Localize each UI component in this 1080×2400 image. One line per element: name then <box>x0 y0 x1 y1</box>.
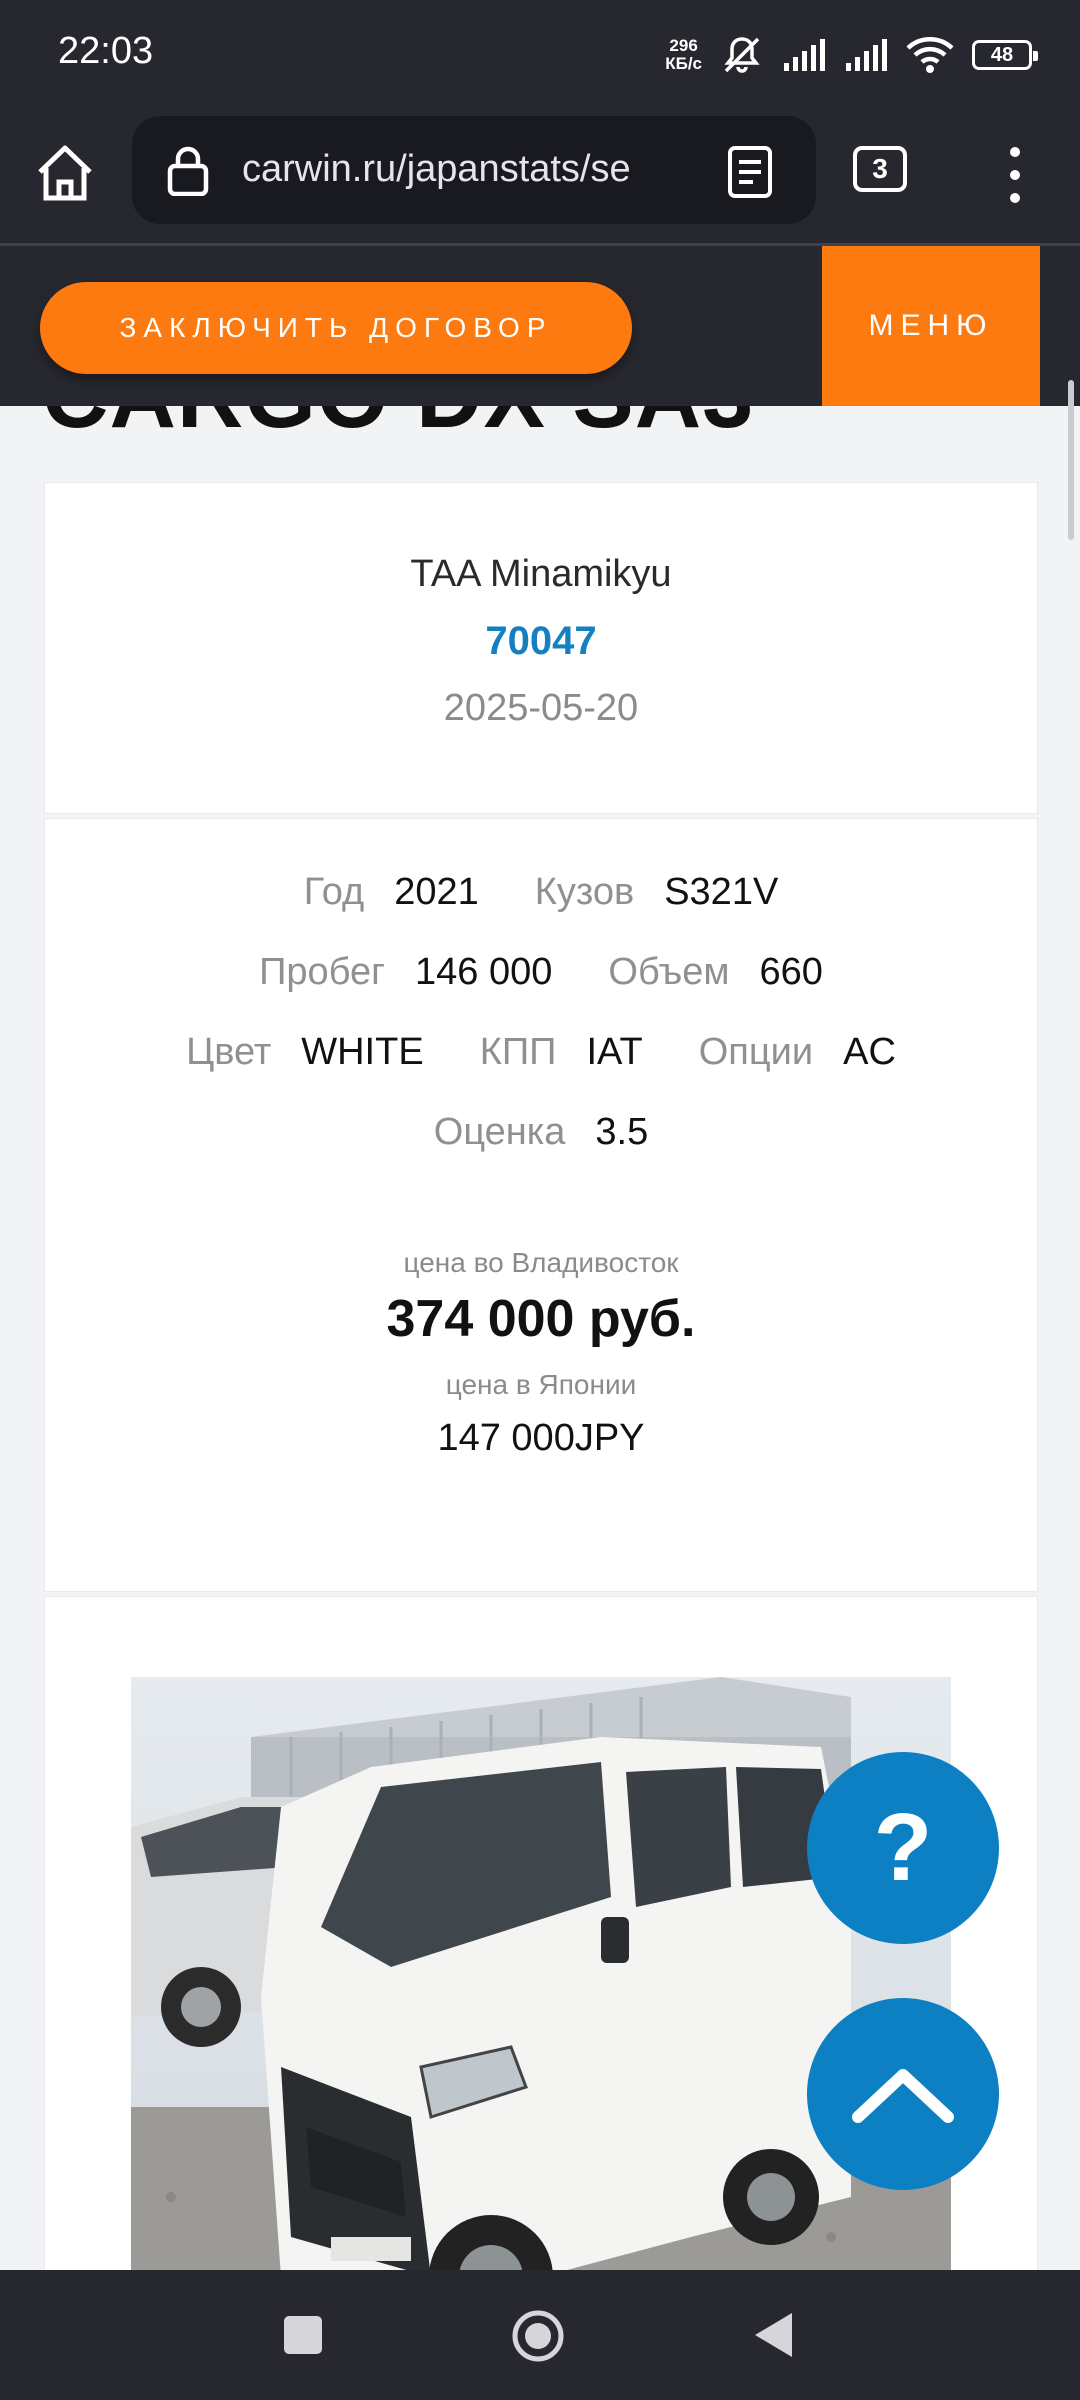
network-speed-unit: КБ/с <box>665 54 702 73</box>
page-title: CARGO DX SA3 <box>42 406 754 444</box>
price-japan-caption: цена в Японии <box>445 1369 637 1400</box>
spec-body: Кузов S321V <box>535 871 779 914</box>
wifi-icon <box>906 37 954 73</box>
spec-value: 3.5 <box>595 1111 649 1153</box>
spec-options: Опции AC <box>699 1031 896 1074</box>
spec-row: Оценка 3.5 <box>45 1111 1037 1154</box>
spec-value: 660 <box>759 951 823 993</box>
lock-icon <box>167 146 209 196</box>
status-bar: 22:03 296 КБ/с 48 <box>0 0 1080 108</box>
spec-label: Кузов <box>534 871 635 913</box>
status-time: 22:03 <box>58 30 154 72</box>
spec-label: Оценка <box>433 1111 566 1153</box>
reader-mode-icon[interactable] <box>724 144 776 200</box>
scrollbar[interactable] <box>1068 380 1074 540</box>
back-icon[interactable] <box>752 2310 794 2360</box>
system-nav-bar <box>0 2270 1080 2400</box>
site-header: ЗАКЛЮЧИТЬ ДОГОВОР МЕНЮ <box>0 246 1080 406</box>
spec-value: 2021 <box>394 871 479 913</box>
mute-icon <box>724 37 760 73</box>
auction-date: 2025-05-20 <box>443 687 639 729</box>
home-icon[interactable] <box>30 138 100 208</box>
signal-icon <box>846 39 887 71</box>
more-vert-icon[interactable] <box>1000 142 1030 208</box>
spec-value: WHITE <box>301 1031 424 1073</box>
signal-icon <box>784 39 825 71</box>
help-button[interactable]: ? <box>807 1752 999 1944</box>
browser-toolbar: carwin.ru/japanstats/se 3 <box>0 108 1080 246</box>
network-speed-value: 296 <box>669 36 698 55</box>
spec-label: Цвет <box>186 1031 272 1073</box>
price-vladivostok: 374 000 руб. <box>386 1290 696 1348</box>
tabs-button[interactable]: 3 <box>853 146 907 192</box>
scroll-top-button[interactable] <box>807 1998 999 2190</box>
spec-gearbox: КПП IAT <box>480 1031 643 1074</box>
spec-grade: Оценка 3.5 <box>434 1111 648 1154</box>
spec-label: Год <box>303 871 365 913</box>
spec-volume: Объем 660 <box>608 951 822 994</box>
home-nav-icon[interactable] <box>510 2308 566 2364</box>
spec-row: Год 2021 Кузов S321V <box>45 871 1037 914</box>
spec-value: 146 000 <box>415 951 553 993</box>
spec-label: КПП <box>479 1031 557 1073</box>
chevron-up-icon <box>852 2069 954 2123</box>
sign-contract-button[interactable]: ЗАКЛЮЧИТЬ ДОГОВОР <box>40 282 632 374</box>
spec-label: Опции <box>698 1031 814 1073</box>
spec-label: Пробег <box>259 951 386 993</box>
spec-mileage: Пробег 146 000 <box>259 951 552 994</box>
spec-label: Объем <box>608 951 730 993</box>
spec-value: S321V <box>664 871 779 913</box>
network-speed: 296 КБ/с <box>665 37 702 73</box>
spec-row: Цвет WHITE КПП IAT Опции AC <box>45 1031 1037 1074</box>
lot-number-link[interactable]: 70047 <box>45 619 1037 664</box>
auction-name: TAA Minamikyu <box>410 553 672 595</box>
auction-card: TAA Minamikyu 70047 2025-05-20 <box>44 482 1038 814</box>
battery-icon: 48 <box>972 40 1038 70</box>
spec-value: IAT <box>586 1031 643 1073</box>
specs-card: Год 2021 Кузов S321V Пробег 146 000 Объе… <box>44 818 1038 1592</box>
spec-row: Пробег 146 000 Объем 660 <box>45 951 1037 994</box>
menu-button[interactable]: МЕНЮ <box>822 246 1040 406</box>
spec-year: Год 2021 <box>304 871 479 914</box>
spec-value: AC <box>843 1031 896 1073</box>
recents-button[interactable] <box>284 2316 322 2354</box>
price-vladivostok-caption: цена во Владивосток <box>403 1247 679 1278</box>
spec-color: Цвет WHITE <box>186 1031 424 1074</box>
price-japan: 147 000JPY <box>437 1417 645 1459</box>
status-icons: 296 КБ/с 48 <box>665 30 1038 80</box>
page-title-clip: CARGO DX SA3 <box>0 406 1060 444</box>
address-bar[interactable]: carwin.ru/japanstats/se <box>132 116 816 224</box>
